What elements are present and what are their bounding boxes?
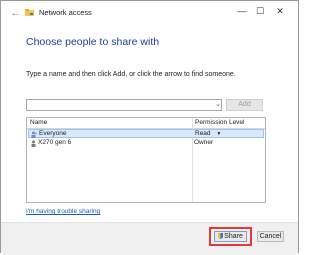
sharing-table: Name Permission Level Everyone Read ▼ X2… bbox=[26, 117, 266, 203]
caret-down-icon[interactable]: ▼ bbox=[216, 131, 221, 137]
minimize-button[interactable]: — bbox=[235, 4, 249, 18]
permission-value: Owner bbox=[194, 139, 214, 146]
table-row-owner[interactable]: X270 gen 6 Owner bbox=[28, 139, 264, 148]
row-name: Everyone bbox=[39, 130, 67, 137]
back-arrow-icon[interactable]: ← bbox=[10, 7, 21, 19]
name-column-header[interactable]: Name bbox=[30, 118, 47, 128]
network-access-window: ← Network access — ☐ ✕ Choose people to … bbox=[0, 0, 299, 255]
dialog-heading: Choose people to share with bbox=[26, 36, 160, 48]
permission-value: Read bbox=[195, 130, 211, 137]
chevron-down-icon[interactable]: ⌄ bbox=[213, 99, 223, 111]
permission-column-header[interactable]: Permission Level bbox=[195, 118, 245, 128]
permission-select[interactable]: Read ▼ bbox=[195, 130, 221, 138]
maximize-button[interactable]: ☐ bbox=[253, 4, 267, 18]
close-button[interactable]: ✕ bbox=[273, 4, 287, 18]
window-title: Network access bbox=[39, 8, 92, 17]
title-bar: ← Network access — ☐ ✕ bbox=[1, 1, 298, 25]
row-name: X270 gen 6 bbox=[38, 139, 72, 146]
cancel-button[interactable]: Cancel bbox=[257, 231, 284, 242]
trouble-sharing-link[interactable]: I'm having trouble sharing bbox=[26, 208, 100, 215]
shield-icon bbox=[218, 233, 224, 239]
user-icon bbox=[31, 140, 36, 147]
table-row-everyone[interactable]: Everyone Read ▼ bbox=[28, 129, 264, 138]
dialog-footer bbox=[1, 222, 298, 255]
share-button[interactable]: Share bbox=[214, 231, 247, 242]
name-input[interactable] bbox=[26, 99, 222, 111]
user-group-icon bbox=[31, 131, 38, 138]
share-label: Share bbox=[224, 233, 243, 240]
network-folder-icon bbox=[25, 9, 34, 16]
add-button[interactable]: Add bbox=[226, 99, 263, 111]
instruction-text: Type a name and then click Add, or click… bbox=[26, 71, 236, 78]
